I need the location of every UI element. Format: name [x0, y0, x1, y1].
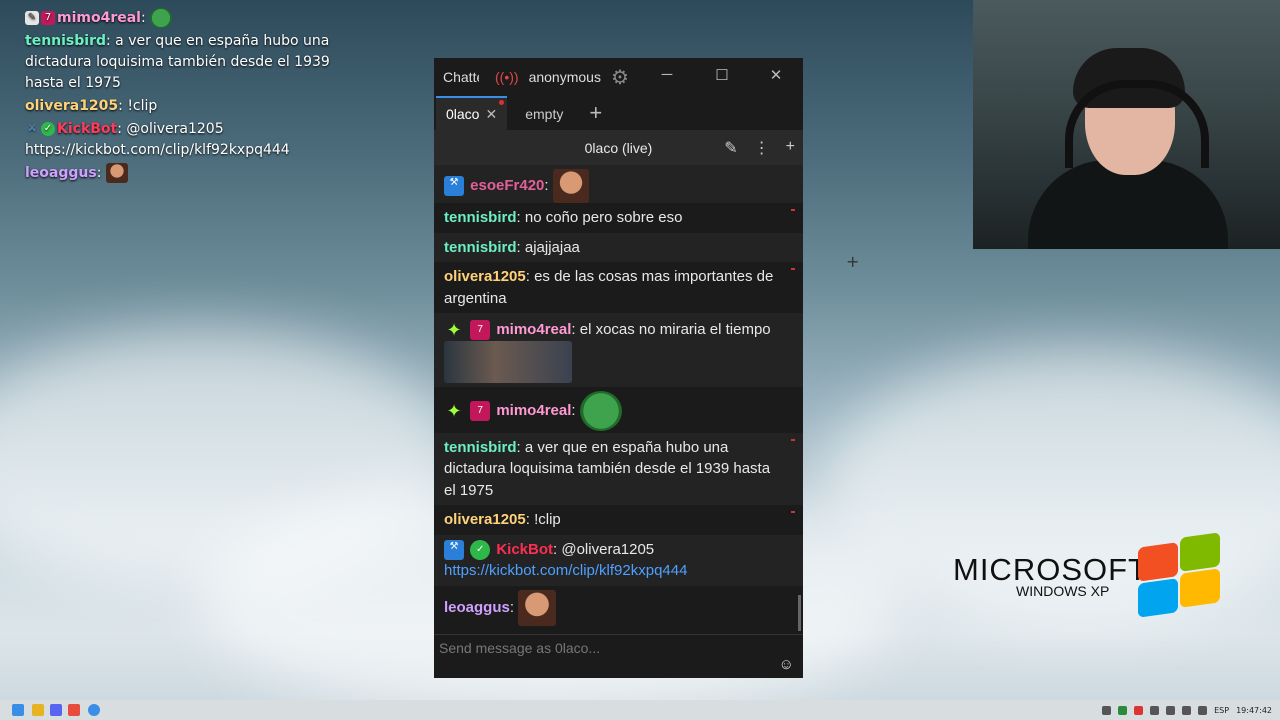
title-bar: Chatterino ((•)) anonymous ⚙ ─ ☐ ✕	[434, 58, 803, 96]
windows-flag-icon	[1134, 532, 1224, 625]
subscriber-badge-icon: 7	[470, 320, 491, 341]
overlay-line: olivera1205: !clip	[25, 98, 158, 114]
highlight-marker	[791, 268, 795, 270]
app-title: Chatterino	[443, 69, 479, 85]
close-tab-icon[interactable]: ✕	[485, 106, 497, 122]
add-tab-button[interactable]: +	[589, 98, 602, 130]
unread-indicator	[499, 100, 505, 105]
tab-empty[interactable]: empty	[515, 98, 573, 130]
overlay-line: ✎ 7 mimo4real:	[25, 8, 345, 29]
pepe-emote-icon	[150, 8, 173, 28]
pepe-emote-icon	[579, 390, 622, 431]
sparkle-badge-icon: ✦	[446, 320, 462, 341]
chat-message: tennisbird: no coño pero sobre eso	[434, 203, 803, 233]
discord-icon[interactable]	[50, 704, 62, 716]
language-indicator[interactable]: ESP	[1214, 706, 1229, 715]
chat-message: ✦ 7 mimo4real:	[434, 387, 803, 433]
streamer-emote-icon	[444, 340, 572, 383]
tray-icon[interactable]	[1102, 705, 1112, 715]
sparkle-badge-icon: ✦	[446, 400, 462, 421]
clip-link[interactable]: https://kickbot.com/clip/klf92kxpq444	[444, 562, 687, 579]
chat-message: ✦ 7 mimo4real: el xocas no miraria el ti…	[434, 313, 803, 387]
highlight-marker	[791, 438, 795, 441]
tray-icon[interactable]	[1150, 705, 1160, 715]
laughing-emote-icon	[105, 163, 128, 183]
moderation-brush-icon[interactable]: ✎	[724, 138, 737, 158]
account-name[interactable]: anonymous	[529, 69, 601, 85]
chat-message: tennisbird: ajajjajaa	[434, 232, 803, 262]
scrollbar[interactable]	[798, 595, 801, 631]
highlight-marker	[791, 209, 795, 211]
chat-window: Chatterino ((•)) anonymous ⚙ ─ ☐ ✕ 0laco…	[434, 58, 803, 678]
verified-badge-icon: ✓	[41, 122, 55, 136]
close-window-button[interactable]: ✕	[766, 66, 786, 84]
chat-message: ⚒ ✓ KickBot: @olivera1205 https://kickbo…	[434, 534, 803, 586]
tab-0laco[interactable]: 0laco ✕	[436, 96, 508, 130]
system-tray: ESP 19:47:42	[1102, 700, 1280, 720]
highlight-marker	[791, 511, 795, 513]
chat-message: ⚒ esoeFr420:	[434, 165, 803, 203]
overlay-line: tennisbird: a ver que en españa hubo una…	[25, 33, 330, 91]
crosshair-cursor-icon: +	[846, 252, 860, 271]
chat-message: tennisbird: a ver que en españa hubo una…	[434, 432, 803, 505]
maximize-button[interactable]: ☐	[712, 66, 732, 84]
more-options-icon[interactable]: ⋮	[754, 138, 770, 158]
gear-icon[interactable]: ⚙	[611, 65, 629, 90]
overlay-line: ⚔ ✓ KickBot: @olivera1205 https://kickbot.…	[25, 121, 290, 158]
windows-xp-logo: MICROSOFT WINDOWS XP	[953, 552, 1148, 599]
channel-header: 0laco (live) ✎ ⋮ +	[434, 130, 803, 167]
tray-icon[interactable]	[1166, 705, 1176, 715]
nvidia-icon[interactable]	[1118, 705, 1128, 715]
chatterino-icon[interactable]	[88, 704, 100, 716]
chat-message: olivera1205: !clip	[434, 505, 803, 535]
headset-icon	[1065, 80, 1209, 168]
stream-chat-overlay: ✎ 7 mimo4real: tennisbird: a ver que en es…	[25, 8, 345, 186]
start-button[interactable]	[12, 704, 24, 716]
channel-title: 0laco (live)	[584, 140, 653, 156]
brave-icon[interactable]	[68, 704, 80, 716]
add-split-icon[interactable]: +	[786, 138, 795, 158]
clock[interactable]: 19:47:42	[1236, 706, 1272, 715]
message-list: ⚒ esoeFr420: tennisbird: no coño pero so…	[434, 165, 803, 631]
chat-message: leoaggus:	[434, 586, 803, 628]
subscriber-badge-icon: 7	[470, 400, 491, 421]
subscriber-badge-icon: 7	[41, 11, 55, 25]
webcam-feed	[973, 0, 1280, 249]
overlay-line: leoaggus:	[25, 163, 345, 184]
tab-bar: 0laco ✕ empty +	[434, 96, 803, 130]
chat-message: olivera1205: es de las cosas mas importa…	[434, 262, 803, 313]
volume-icon[interactable]	[1198, 705, 1208, 715]
moderator-badge-icon: ⚒	[444, 176, 464, 196]
laughing-emote-icon	[518, 589, 557, 626]
laughing-emote-icon	[552, 169, 589, 203]
chat-badge-icon: ✎	[25, 11, 39, 25]
taskbar: ESP 19:47:42	[0, 700, 1280, 720]
message-input-placeholder: Send message as 0laco...	[439, 640, 601, 656]
folder-icon[interactable]	[32, 704, 44, 716]
live-broadcast-icon[interactable]: ((•))	[495, 69, 519, 85]
moderator-badge-icon: ⚒	[444, 539, 464, 560]
message-input[interactable]: Send message as 0laco... ☺	[434, 634, 803, 678]
network-icon[interactable]	[1182, 705, 1192, 715]
sword-badge-icon: ⚔	[27, 123, 37, 134]
verified-badge-icon: ✓	[470, 539, 491, 560]
emoji-picker-icon[interactable]: ☺	[779, 656, 794, 673]
minimize-button[interactable]: ─	[657, 66, 677, 83]
tray-icon[interactable]	[1134, 705, 1144, 715]
